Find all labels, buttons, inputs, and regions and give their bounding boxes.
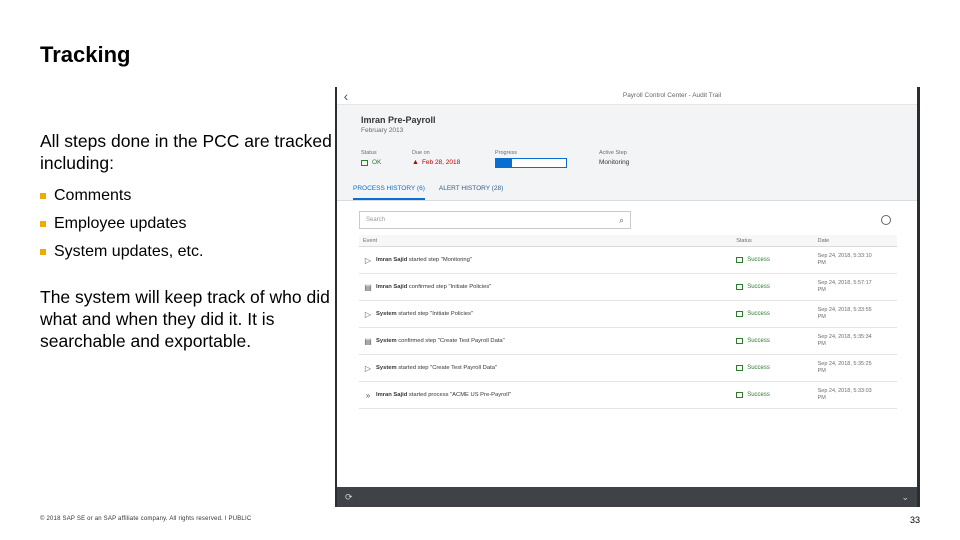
table-row[interactable]: ▷ System started step "Create Test Payrol… <box>359 355 897 382</box>
history-content: Search ⌕ Event Status Date ▷ Imran Sajid … <box>337 201 917 409</box>
play-forward-icon: ▷ <box>364 255 372 265</box>
progress-fill <box>496 159 513 167</box>
bullet-item: Comments <box>40 182 335 210</box>
app-title-bar: ‹ Payroll Control Center - Audit Trail <box>337 87 917 105</box>
document-icon: ▤ <box>364 336 372 346</box>
status-badge: Success <box>736 257 817 263</box>
app-footer-bar: ⟳ ⌄ <box>337 487 917 507</box>
success-icon <box>736 284 744 290</box>
bullet-list: Comments Employee updates System updates… <box>40 182 335 266</box>
tab-process-history[interactable]: PROCESS HISTORY (6) <box>353 185 425 200</box>
success-icon <box>736 311 744 317</box>
object-subtitle: February 2013 <box>361 127 404 134</box>
search-icon[interactable]: ⌕ <box>619 215 624 226</box>
tab-alert-history[interactable]: ALERT HISTORY (28) <box>439 185 503 200</box>
page-number: 33 <box>909 515 920 525</box>
bullet-item: System updates, etc. <box>40 238 335 266</box>
event-date: Sep 24, 2018, 5:33:10 PM <box>817 253 872 266</box>
due-attribute: Due on ▲ Feb 28, 2018 <box>412 150 461 166</box>
event-date: Sep 24, 2018, 5:33:55 PM <box>817 307 872 320</box>
event-text: System started step "Initiate Policies" <box>376 311 473 317</box>
window-title: Payroll Control Center - Audit Trail <box>622 92 722 99</box>
tab-bar: PROCESS HISTORY (6) ALERT HISTORY (28) <box>353 185 517 200</box>
table-row[interactable]: ▷ Imran Sajid started step "Monitoring" Su… <box>359 247 897 274</box>
table-row[interactable]: ▤ System confirmed step "Create Test Payr… <box>359 328 897 355</box>
status-ok-icon <box>361 159 368 166</box>
intro-text: All steps done in the PCC are tracked in… <box>40 131 332 173</box>
bullet-square-icon <box>40 193 46 199</box>
table-row[interactable]: ▤ Imran Sajid confirmed step "Initiate Po… <box>359 274 897 301</box>
copyright-footer: © 2018 SAP SE or an SAP affiliate compan… <box>40 516 252 522</box>
event-date: Sep 24, 2018, 5:57:17 PM <box>817 280 872 293</box>
status-badge: Success <box>736 311 817 317</box>
slide-body: All steps done in the PCC are tracked in… <box>40 130 335 352</box>
event-date: Sep 24, 2018, 5:33:03 PM <box>817 388 872 401</box>
app-screenshot: ‹ Payroll Control Center - Audit Trail I… <box>335 87 920 507</box>
column-status[interactable]: Status <box>736 238 817 244</box>
table-header: Event Status Date <box>359 235 897 247</box>
object-header: Imran Pre-Payroll February 2013 Status O… <box>337 105 917 201</box>
event-date: Sep 24, 2018, 5:35:25 PM <box>817 361 872 374</box>
table-body: ▷ Imran Sajid started step "Monitoring" Su… <box>359 247 897 409</box>
success-icon <box>736 338 744 344</box>
outro-text: The system will keep track of who did wh… <box>40 287 330 351</box>
event-text: System started step "Create Test Payroll… <box>376 365 497 371</box>
status-badge: Success <box>736 392 817 398</box>
event-text: System confirmed step "Create Test Payro… <box>376 338 505 344</box>
table-row[interactable]: ▷ System started step "Initiate Policies"… <box>359 301 897 328</box>
bullet-square-icon <box>40 221 46 227</box>
column-event[interactable]: Event <box>359 238 736 244</box>
object-title: Imran Pre-Payroll <box>361 115 436 125</box>
play-forward-icon: ▷ <box>364 309 372 319</box>
column-date[interactable]: Date <box>818 238 897 244</box>
success-icon <box>736 365 744 371</box>
play-forward-icon: ▷ <box>364 363 372 373</box>
fast-forward-icon: » <box>365 390 371 400</box>
status-badge: Success <box>736 284 817 290</box>
success-icon <box>736 392 744 398</box>
event-text: Imran Sajid started step "Monitoring" <box>376 257 472 263</box>
bullet-square-icon <box>40 249 46 255</box>
bullet-item: Employee updates <box>40 210 335 238</box>
status-attribute: Status OK <box>361 150 382 166</box>
progress-bar: 3/13 <box>495 158 567 168</box>
warning-icon: ▲ <box>412 159 419 166</box>
status-badge: Success <box>736 338 817 344</box>
success-icon <box>736 257 744 263</box>
event-text: Imran Sajid started process "ACME US Pre… <box>376 392 511 398</box>
status-badge: Success <box>736 365 817 371</box>
settings-icon[interactable] <box>881 215 891 225</box>
collapse-icon[interactable]: ⌄ <box>901 492 909 503</box>
active-step-attribute: Active Step Monitoring <box>599 150 630 166</box>
progress-attribute: Progress 3/13 <box>495 150 567 168</box>
event-date: Sep 24, 2018, 5:35:34 PM <box>817 334 872 347</box>
search-input[interactable]: Search ⌕ <box>359 211 631 229</box>
table-row[interactable]: » Imran Sajid started process "ACME US Pr… <box>359 382 897 409</box>
slide-title: Tracking <box>40 42 131 67</box>
document-icon: ▤ <box>364 282 372 292</box>
refresh-icon[interactable]: ⟳ <box>345 492 353 503</box>
table-toolbar: Search ⌕ <box>359 211 897 229</box>
event-text: Imran Sajid confirmed step "Initiate Pol… <box>376 284 492 290</box>
